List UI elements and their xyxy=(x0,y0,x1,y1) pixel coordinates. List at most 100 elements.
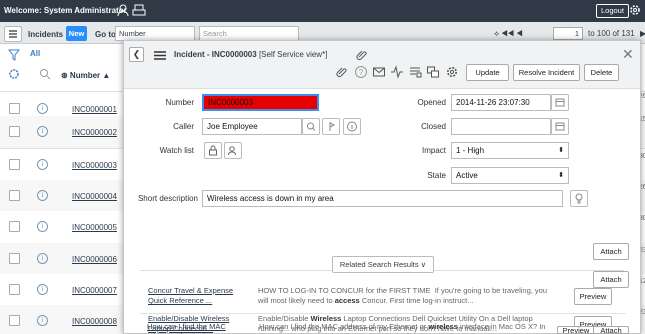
info-icon[interactable]: i xyxy=(37,284,48,295)
row-checkbox[interactable] xyxy=(9,103,20,114)
search-field-select[interactable]: Number xyxy=(115,26,195,41)
back-button[interactable]: ❮ xyxy=(129,47,144,62)
pager-controls[interactable]: ⟡ ◀◀ ◀ xyxy=(494,29,523,39)
filter-all-link[interactable]: All xyxy=(30,49,40,58)
kb-summary: HOW TO LOG-IN TO CONCUR for the FIRST TI… xyxy=(258,286,548,305)
watch-list-lock-button[interactable] xyxy=(204,142,222,159)
caller-label: Caller xyxy=(173,122,194,131)
impact-label: Impact xyxy=(421,146,446,155)
row-checkbox[interactable] xyxy=(9,315,20,326)
welcome-text: Welcome: System Administrator xyxy=(4,6,127,15)
info-icon[interactable]: i xyxy=(37,159,48,170)
related-search-toggle[interactable]: Related Search Results ∨ xyxy=(332,256,434,273)
short-description-label: Short description xyxy=(137,194,198,203)
info-icon[interactable]: i xyxy=(37,221,48,232)
info-icon xyxy=(347,121,357,132)
search-placeholder: Search xyxy=(203,29,227,38)
preview-button[interactable]: Preview xyxy=(574,288,612,305)
gear-icon[interactable] xyxy=(628,3,642,17)
info-icon[interactable]: i xyxy=(37,190,48,201)
column-settings-icon[interactable] xyxy=(8,68,20,80)
update-button[interactable]: Update xyxy=(466,64,509,81)
print-icon[interactable] xyxy=(132,3,146,17)
activity-icon[interactable] xyxy=(390,65,404,79)
flag-icon xyxy=(329,122,336,131)
short-description-field[interactable]: Wireless access is down in my area xyxy=(202,190,563,207)
impact-value: 1 - High xyxy=(456,146,485,155)
attachment-icon[interactable] xyxy=(335,65,349,79)
caller-lookup-button[interactable] xyxy=(302,118,320,135)
incident-number-link[interactable]: INC0000002 xyxy=(72,128,117,137)
page-input[interactable]: 1 xyxy=(553,27,583,40)
list-search-input[interactable]: Search xyxy=(199,26,299,41)
number-column-header[interactable]: ⊛ Number ▲ xyxy=(61,71,110,80)
page-range: to 100 of 131 xyxy=(588,29,635,38)
row-checkbox[interactable] xyxy=(9,221,20,232)
attach-button[interactable]: Attach xyxy=(593,326,629,334)
state-label: State xyxy=(427,171,446,180)
caller-dependency-button[interactable] xyxy=(322,118,340,135)
info-icon[interactable]: i xyxy=(37,126,48,137)
list-title: Incidents xyxy=(28,30,64,39)
caller-field[interactable]: Joe Employee xyxy=(202,118,302,135)
svg-text:?: ? xyxy=(359,68,364,77)
watch-list-label: Watch list xyxy=(159,146,194,155)
incident-number-link[interactable]: INC0000008 xyxy=(72,317,117,326)
logout-button[interactable]: Logout xyxy=(596,4,629,18)
select-arrows-icon: ⬍ xyxy=(558,147,564,154)
incident-number-link[interactable]: INC0000005 xyxy=(72,223,117,232)
kb-article-link[interactable]: How can I find the MAC address of my Eth… xyxy=(147,322,251,334)
attach-button[interactable]: Attach xyxy=(593,243,629,260)
kb-result-row: Concur Travel & Expense Quick Reference … xyxy=(140,286,626,314)
resolve-incident-button[interactable]: Resolve Incident xyxy=(513,64,580,81)
info-icon[interactable]: i xyxy=(37,315,48,326)
row-checkbox[interactable] xyxy=(9,126,20,137)
closed-label: Closed xyxy=(421,122,446,131)
templates-icon[interactable] xyxy=(408,65,422,79)
caller-info-button[interactable] xyxy=(343,118,361,135)
user-icon[interactable] xyxy=(116,3,130,17)
info-icon[interactable]: i xyxy=(37,253,48,264)
next-page-icon[interactable]: ▶ xyxy=(640,29,645,38)
email-icon[interactable] xyxy=(372,65,386,79)
closed-field[interactable] xyxy=(451,118,551,135)
goto-label: Go to xyxy=(95,30,116,39)
preview-button[interactable]: Preview xyxy=(557,326,595,334)
top-banner: Welcome: System Administrator Logout xyxy=(0,0,645,22)
list-menu-button[interactable] xyxy=(4,26,22,42)
filter-icon[interactable] xyxy=(8,49,20,61)
calendar-icon xyxy=(555,122,565,131)
incident-number-link[interactable]: INC0000007 xyxy=(72,286,117,295)
settings-icon[interactable] xyxy=(445,65,459,79)
closed-calendar-button[interactable] xyxy=(551,118,569,135)
incident-number-link[interactable]: INC0000004 xyxy=(72,192,117,201)
form-menu-icon[interactable] xyxy=(153,50,167,61)
info-icon[interactable]: i xyxy=(37,103,48,114)
delete-button[interactable]: Delete xyxy=(584,64,619,81)
suggestion-button[interactable] xyxy=(570,190,588,207)
state-select[interactable]: Active ⬍ xyxy=(451,167,569,184)
opened-field[interactable]: 2014-11-26 23:07:30 xyxy=(451,94,551,111)
close-icon[interactable]: ✕ xyxy=(622,46,634,63)
help-icon[interactable]: ? xyxy=(354,65,368,79)
impact-select[interactable]: 1 - High ⬍ xyxy=(451,142,569,159)
attach-button[interactable]: Attach xyxy=(593,271,629,288)
add-me-button[interactable] xyxy=(224,142,242,159)
row-checkbox[interactable] xyxy=(9,253,20,264)
form-header: ❮ Incident - INC0000003 [Self Service vi… xyxy=(124,41,640,89)
number-field[interactable]: INC0000003 xyxy=(202,94,319,111)
opened-calendar-button[interactable] xyxy=(551,94,569,111)
incident-number-link[interactable]: INC0000003 xyxy=(72,161,117,170)
incident-number-link[interactable]: INC0000001 xyxy=(72,105,117,114)
row-checkbox[interactable] xyxy=(9,284,20,295)
kb-article-link[interactable]: Concur Travel & Expense Quick Reference … xyxy=(148,286,252,306)
row-checkbox[interactable] xyxy=(9,190,20,201)
new-button[interactable]: New xyxy=(66,26,87,41)
form-title: Incident - INC0000003 [Self Service view… xyxy=(174,50,327,59)
select-arrows-icon: ⬍ xyxy=(558,172,564,179)
search-icon[interactable] xyxy=(39,68,51,80)
row-checkbox[interactable] xyxy=(9,159,20,170)
incident-number-link[interactable]: INC0000006 xyxy=(72,255,117,264)
paperclip-icon[interactable] xyxy=(356,49,368,61)
related-icon[interactable] xyxy=(426,65,440,79)
